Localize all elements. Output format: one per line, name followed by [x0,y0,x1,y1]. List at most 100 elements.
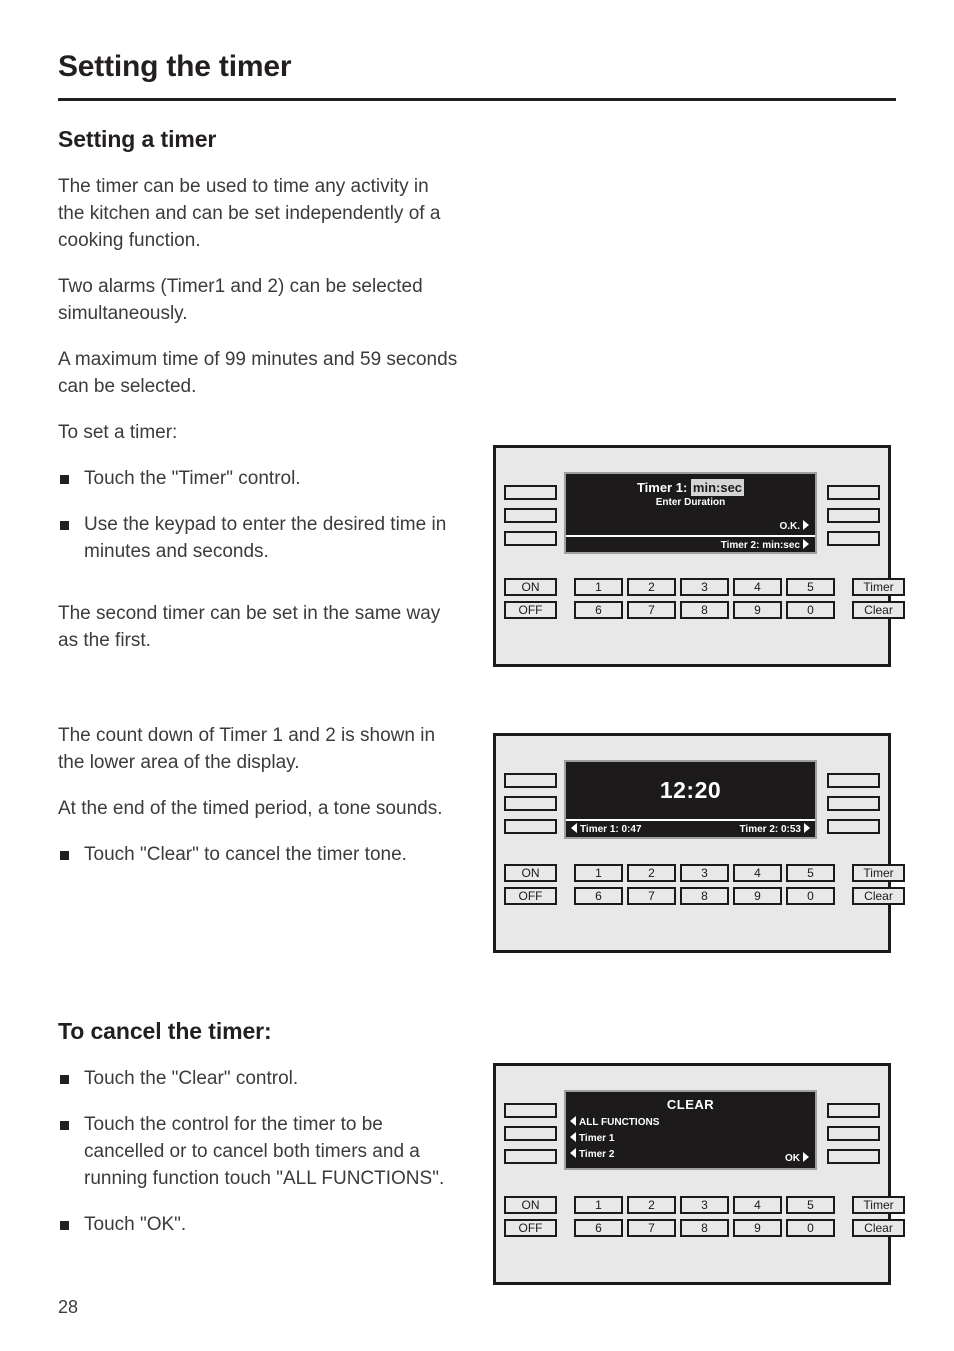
list-item: Touch the "Clear" control. [58,1065,458,1092]
blank-key[interactable] [504,531,557,546]
number-key-2[interactable]: 2 [627,578,676,596]
blank-key[interactable] [827,531,880,546]
number-key-6[interactable]: 6 [574,1219,623,1237]
number-key-9[interactable]: 9 [733,601,782,619]
number-key-3[interactable]: 3 [680,864,729,882]
timer-button[interactable]: Timer [852,864,905,882]
paragraph: The count down of Timer 1 and 2 is shown… [58,725,436,773]
bullet-list: Touch "Clear" to cancel the timer tone. [58,841,458,868]
menu-item-timer-1[interactable]: Timer 1 [566,1132,815,1144]
blank-key[interactable] [504,485,557,500]
list-item: Touch "Clear" to cancel the timer tone. [58,841,458,868]
display-ok-action[interactable]: OK [785,1152,809,1164]
display-ok-action[interactable]: O.K. [779,520,809,532]
keypad: ON OFF 1 2 3 4 5 6 7 8 9 0 Timer Clear [504,864,905,905]
timer-1-countdown[interactable]: Timer 1: 0:47 [571,823,642,835]
number-key-0[interactable]: 0 [786,1219,835,1237]
control-panel-figure-2: 12:20 Timer 1: 0:47 Timer 2: 0:53 ON OFF… [493,733,905,953]
number-grid: 1 2 3 4 5 6 7 8 9 0 [574,578,835,619]
keypad: ON OFF 1 2 3 4 5 6 7 8 9 0 Timer Clear [504,578,905,619]
off-button[interactable]: OFF [504,887,557,905]
number-key-3[interactable]: 3 [680,578,729,596]
number-row-bottom: 6 7 8 9 0 [574,887,835,905]
display-timer2-entry[interactable]: Timer 2: min:sec [721,538,809,551]
list-item-text: Touch the "Clear" control. [84,1068,299,1089]
clear-button[interactable]: Clear [852,1219,905,1237]
number-key-1[interactable]: 1 [574,578,623,596]
list-item-text: Touch "OK". [84,1214,187,1235]
number-key-0[interactable]: 0 [786,601,835,619]
ok-label: O.K. [779,521,800,532]
paragraph: To set a timer: [58,422,178,443]
number-key-8[interactable]: 8 [680,1219,729,1237]
number-key-3[interactable]: 3 [680,1196,729,1214]
number-key-6[interactable]: 6 [574,601,623,619]
number-key-5[interactable]: 5 [786,864,835,882]
menu-item-label: Timer 2 [579,1149,615,1160]
blank-key[interactable] [504,1126,557,1141]
blank-key[interactable] [504,773,557,788]
number-key-1[interactable]: 1 [574,864,623,882]
display-screen: 12:20 Timer 1: 0:47 Timer 2: 0:53 [564,760,817,839]
triangle-left-icon [571,823,577,833]
number-key-1[interactable]: 1 [574,1196,623,1214]
blank-key[interactable] [504,796,557,811]
timer-1-label: Timer 1: 0:47 [580,824,642,835]
paragraph: Two alarms (Timer1 and 2) can be selecte… [58,276,423,324]
left-blank-keys [504,1103,557,1164]
on-button[interactable]: ON [504,864,557,882]
square-bullet-icon [60,521,69,530]
number-key-4[interactable]: 4 [733,578,782,596]
number-key-5[interactable]: 5 [786,578,835,596]
timer-button[interactable]: Timer [852,1196,905,1214]
display-main-area: CLEAR ALL FUNCTIONS Timer 1 Timer 2 OK [566,1092,815,1168]
blank-key[interactable] [827,1126,880,1141]
timer-2-countdown[interactable]: Timer 2: 0:53 [739,823,810,835]
timer-button[interactable]: Timer [852,578,905,596]
number-key-2[interactable]: 2 [627,864,676,882]
blank-key[interactable] [827,485,880,500]
number-key-8[interactable]: 8 [680,887,729,905]
blank-key[interactable] [504,819,557,834]
blank-key[interactable] [827,773,880,788]
number-key-7[interactable]: 7 [627,887,676,905]
square-bullet-icon [60,1075,69,1084]
number-key-9[interactable]: 9 [733,1219,782,1237]
blank-key[interactable] [827,1149,880,1164]
list-item: Use the keypad to enter the desired time… [58,511,458,565]
blank-key[interactable] [827,1103,880,1118]
number-key-8[interactable]: 8 [680,601,729,619]
function-keys: Timer Clear [852,578,905,619]
number-key-4[interactable]: 4 [733,864,782,882]
list-item-text: Touch the control for the timer to be ca… [84,1114,445,1189]
display-title-line: Timer 1: min:sec [574,479,807,496]
off-button[interactable]: OFF [504,601,557,619]
blank-key[interactable] [504,1149,557,1164]
number-key-6[interactable]: 6 [574,887,623,905]
paragraph: At the end of the timed period, a tone s… [58,798,443,819]
number-key-0[interactable]: 0 [786,887,835,905]
clock-readout: 12:20 [659,777,722,803]
blank-key[interactable] [827,508,880,523]
blank-key[interactable] [827,796,880,811]
blank-key[interactable] [504,1103,557,1118]
off-button[interactable]: OFF [504,1219,557,1237]
blank-key[interactable] [827,819,880,834]
section-cancel-the-timer: To cancel the timer: Touch the "Clear" c… [58,1018,458,1257]
on-button[interactable]: ON [504,578,557,596]
number-key-2[interactable]: 2 [627,1196,676,1214]
on-button[interactable]: ON [504,1196,557,1214]
menu-item-timer-2[interactable]: Timer 2 [566,1148,815,1160]
menu-item-all-functions[interactable]: ALL FUNCTIONS [566,1116,815,1128]
section-countdown: The count down of Timer 1 and 2 is shown… [58,722,458,887]
number-key-5[interactable]: 5 [786,1196,835,1214]
number-key-4[interactable]: 4 [733,1196,782,1214]
number-key-7[interactable]: 7 [627,601,676,619]
clear-button[interactable]: Clear [852,601,905,619]
display-bottom-bar: Timer 2: min:sec [566,535,815,552]
number-key-9[interactable]: 9 [733,887,782,905]
clear-button[interactable]: Clear [852,887,905,905]
blank-key[interactable] [504,508,557,523]
number-key-7[interactable]: 7 [627,1219,676,1237]
